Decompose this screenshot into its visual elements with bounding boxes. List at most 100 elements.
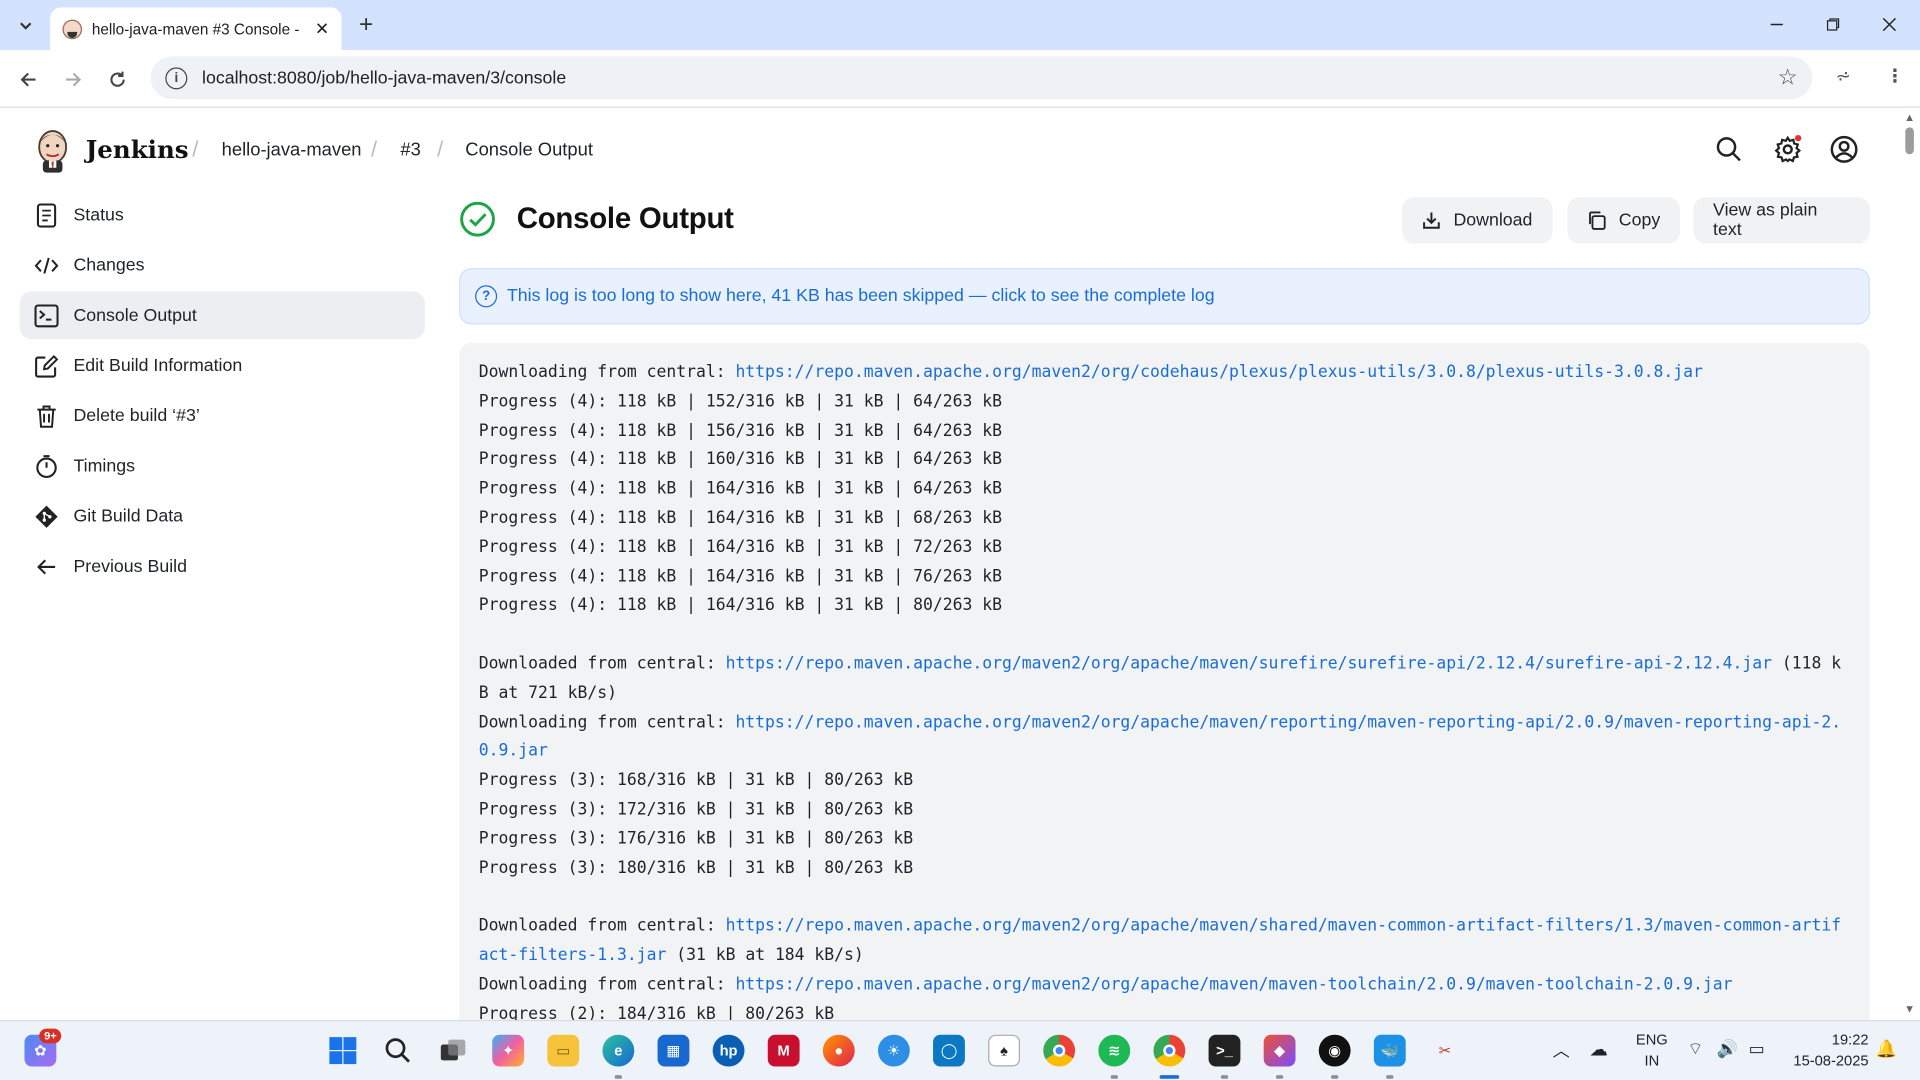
battery-icon[interactable]: ▭ bbox=[1749, 1038, 1765, 1059]
page-title: Console Output bbox=[516, 202, 734, 236]
console-line: Downloading from central: https://repo.m… bbox=[479, 971, 1850, 1000]
console-artifact-link[interactable]: https://repo.maven.apache.org/maven2/org… bbox=[735, 976, 1732, 994]
reload-button[interactable] bbox=[100, 62, 134, 96]
minimize-button[interactable] bbox=[1749, 0, 1805, 49]
tab-search-button[interactable] bbox=[10, 10, 42, 42]
bookmark-star-icon[interactable]: ☆ bbox=[1778, 65, 1798, 91]
windows-start-icon[interactable] bbox=[327, 1035, 359, 1067]
console-line-prefix: Downloaded from central: bbox=[478, 917, 726, 936]
site-info-icon[interactable]: i bbox=[165, 66, 188, 89]
page-scrollbar[interactable]: ▲ ▼ bbox=[1900, 107, 1920, 1021]
new-tab-button[interactable]: + bbox=[351, 10, 380, 39]
taskbar-search-icon[interactable] bbox=[382, 1035, 414, 1067]
active-indicator bbox=[1159, 1075, 1180, 1079]
sidebar: Status Changes Console Output Edit Build… bbox=[19, 191, 425, 593]
copilot-icon[interactable]: ✦ bbox=[492, 1034, 525, 1067]
sidebar-item-label: Delete build ‘#3’ bbox=[73, 405, 200, 426]
sidebar-item-git-build-data[interactable]: Git Build Data bbox=[20, 492, 425, 540]
address-bar[interactable]: i localhost:8080/job/hello-java-maven/3/… bbox=[150, 56, 1813, 100]
console-line-prefix: Downloading from central: bbox=[478, 713, 736, 732]
wifi-icon[interactable]: ⌔ bbox=[1687, 1038, 1703, 1060]
sidebar-item-console-output[interactable]: Console Output bbox=[19, 291, 425, 340]
onedrive-icon[interactable]: ☁ bbox=[1589, 1038, 1607, 1061]
chrome-active-icon[interactable] bbox=[1153, 1034, 1186, 1067]
git-app-icon[interactable]: ◆ bbox=[1263, 1034, 1296, 1067]
screen: hello-java-maven #3 Console - ✕ + i loca… bbox=[0, 0, 1920, 1080]
download-icon bbox=[1422, 211, 1442, 231]
arrow-left-icon bbox=[34, 554, 58, 578]
sidebar-item-previous-build[interactable]: Previous Build bbox=[20, 542, 425, 590]
scroll-up-icon[interactable]: ▲ bbox=[1904, 111, 1915, 123]
close-window-button[interactable] bbox=[1861, 0, 1917, 49]
running-indicator bbox=[1110, 1075, 1118, 1079]
spotify-icon[interactable]: ≋ bbox=[1098, 1034, 1131, 1067]
sidebar-item-edit-build-information[interactable]: Edit Build Information bbox=[20, 342, 425, 390]
mcafee-icon[interactable]: M bbox=[767, 1034, 800, 1067]
console-artifact-link[interactable]: https://repo.maven.apache.org/maven2/org… bbox=[735, 364, 1702, 382]
stopwatch-icon bbox=[34, 454, 58, 478]
breadcrumb-build[interactable]: #3 bbox=[400, 140, 420, 161]
scroll-down-icon[interactable]: ▼ bbox=[1904, 1003, 1915, 1015]
store-icon[interactable]: ▦ bbox=[657, 1034, 690, 1067]
language-indicator-line1[interactable]: ENG bbox=[1633, 1031, 1670, 1048]
download-button-label: Download bbox=[1453, 210, 1533, 231]
scrollbar-thumb[interactable] bbox=[1905, 127, 1914, 155]
blue-app-icon[interactable]: ◯ bbox=[933, 1034, 965, 1067]
sidebar-item-changes[interactable]: Changes bbox=[20, 241, 425, 289]
github-icon[interactable]: ◉ bbox=[1318, 1034, 1351, 1067]
download-button[interactable]: Download bbox=[1402, 197, 1553, 244]
back-button[interactable] bbox=[11, 62, 45, 96]
success-check-icon bbox=[460, 201, 495, 237]
volume-icon[interactable]: 🔊 bbox=[1717, 1038, 1738, 1059]
sidebar-item-status[interactable]: Status bbox=[20, 191, 425, 239]
view-plain-text-button[interactable]: View as plain text bbox=[1693, 197, 1870, 244]
console-artifact-link[interactable]: https://repo.maven.apache.org/maven2/org… bbox=[726, 655, 1772, 673]
console-line: Progress (4): 118 kB | 164/316 kB | 31 k… bbox=[478, 480, 1002, 499]
minimize-icon bbox=[1770, 23, 1783, 26]
copy-button-label: Copy bbox=[1618, 210, 1661, 231]
weather-icon[interactable]: ☀ bbox=[877, 1034, 910, 1067]
firefox-icon[interactable]: ● bbox=[822, 1034, 855, 1067]
chrome-icon[interactable] bbox=[1043, 1034, 1076, 1067]
jenkins-brand[interactable]: Jenkins bbox=[86, 135, 189, 164]
solitaire-icon[interactable]: ♠ bbox=[988, 1034, 1021, 1067]
log-skipped-notice[interactable]: ? This log is too long to show here, 41 … bbox=[459, 268, 1870, 325]
browser-tab[interactable]: hello-java-maven #3 Console - ✕ bbox=[50, 7, 342, 51]
close-tab-icon[interactable]: ✕ bbox=[307, 14, 336, 43]
trash-icon bbox=[34, 403, 58, 428]
hp-icon[interactable]: hp bbox=[712, 1034, 745, 1067]
file-explorer-icon[interactable]: ▭ bbox=[547, 1034, 580, 1067]
snipping-tool-icon[interactable]: ✂ bbox=[1429, 1035, 1461, 1067]
task-view-icon[interactable] bbox=[437, 1035, 469, 1067]
edge-icon[interactable]: e bbox=[602, 1034, 635, 1067]
notifications-bell-icon[interactable]: 🔔 bbox=[1876, 1038, 1897, 1059]
chevron-down-icon bbox=[20, 22, 32, 30]
jenkins-logo-icon[interactable] bbox=[34, 127, 71, 174]
copy-button[interactable]: Copy bbox=[1567, 197, 1680, 244]
clock-time[interactable]: 19:22 bbox=[1783, 1031, 1869, 1048]
breadcrumb-current[interactable]: Console Output bbox=[465, 140, 593, 161]
tab-title: hello-java-maven #3 Console - bbox=[91, 20, 300, 38]
restore-button[interactable] bbox=[1805, 0, 1861, 49]
restore-icon bbox=[1826, 18, 1840, 31]
console-line: Progress (4): 118 kB | 164/316 kB | 31 k… bbox=[478, 538, 1002, 557]
browser-menu-icon[interactable]: ⋮ bbox=[1886, 65, 1904, 87]
extension-icon[interactable]: ⩫ bbox=[1836, 65, 1851, 87]
language-indicator-line2[interactable]: IN bbox=[1633, 1052, 1670, 1069]
console-log: Downloading from central: https://repo.m… bbox=[459, 342, 1870, 1029]
sidebar-item-label: Status bbox=[73, 205, 124, 225]
console-line: Progress (4): 118 kB | 164/316 kB | 31 k… bbox=[478, 509, 1002, 528]
close-icon bbox=[1882, 17, 1897, 32]
docker-icon[interactable]: 🐳 bbox=[1373, 1034, 1406, 1067]
tray-overflow-icon[interactable]: ︿ bbox=[1553, 1038, 1570, 1062]
sidebar-item-timings[interactable]: Timings bbox=[20, 442, 425, 490]
forward-button[interactable] bbox=[56, 62, 90, 96]
terminal-app-icon[interactable]: >_ bbox=[1208, 1034, 1241, 1067]
clock-date[interactable]: 15-08-2025 bbox=[1783, 1052, 1868, 1069]
search-icon[interactable] bbox=[1714, 135, 1743, 164]
sidebar-item-delete-build[interactable]: Delete build ‘#3’ bbox=[20, 392, 425, 440]
breadcrumb-job[interactable]: hello-java-maven bbox=[222, 140, 362, 161]
log-skipped-text: This log is too long to show here, 41 KB… bbox=[506, 286, 1215, 307]
gear-icon[interactable] bbox=[1773, 134, 1802, 164]
user-account-icon[interactable] bbox=[1829, 135, 1858, 164]
